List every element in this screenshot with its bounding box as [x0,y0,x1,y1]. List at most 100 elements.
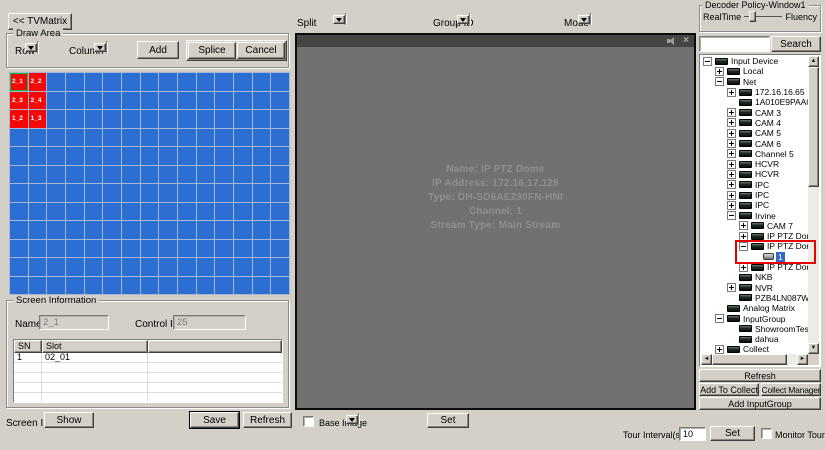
tree-item[interactable]: CAM 7 [701,221,809,231]
grid-cell[interactable] [47,147,65,165]
add-inputgroup-button[interactable]: Add InputGroup [699,397,821,410]
grid-cell[interactable] [141,110,159,128]
grid-cell[interactable] [141,147,159,165]
grid-cell[interactable] [29,129,47,147]
expand-plus-icon[interactable] [727,149,736,158]
grid-cell[interactable] [178,147,196,165]
collapse-minus-icon[interactable] [727,211,736,220]
grid-cell[interactable] [271,110,289,128]
grid-cell[interactable] [29,147,47,165]
grid-cell[interactable] [29,277,47,295]
grid-cell[interactable] [178,240,196,258]
close-icon[interactable]: × [683,36,689,46]
grid-cell[interactable] [29,258,47,276]
column-spinner-arrow-icon[interactable] [94,43,106,52]
grid-cell-spliced[interactable]: 2_3 [10,92,28,110]
search-button[interactable]: Search [771,36,821,52]
grid-cell[interactable] [178,110,196,128]
grid-cell[interactable] [215,92,233,110]
vscroll-thumb[interactable] [808,67,819,187]
tree-item[interactable]: IP PTZ Dome [701,241,809,251]
tour-interval-input[interactable]: 10 [679,427,706,441]
grid-cell[interactable] [66,221,84,239]
grid-cell[interactable] [234,203,252,221]
grid-cell[interactable] [122,166,140,184]
tree-item[interactable]: PZB4LN087W0005I [701,293,809,303]
grid-cell[interactable] [141,240,159,258]
grid-cell[interactable] [122,258,140,276]
search-input[interactable] [699,36,770,52]
grid-cell[interactable] [271,258,289,276]
tree-hscrollbar[interactable]: ◄ ► [701,354,808,365]
hscroll-thumb[interactable] [712,354,787,365]
grid-cell-spliced[interactable]: 2_2 [29,73,47,91]
grid-cell[interactable] [141,73,159,91]
grid-cell[interactable] [103,240,121,258]
grid-cell-spliced[interactable]: 2_1 [10,73,28,91]
tree-item[interactable]: IPC [701,200,809,210]
expand-plus-icon[interactable] [715,67,724,76]
add-to-collect-button[interactable]: Add To Collect [699,383,759,396]
grid-cell[interactable] [271,129,289,147]
grid-cell[interactable] [197,240,215,258]
column-spinner[interactable]: 1 [106,41,108,54]
grid-cell[interactable] [215,147,233,165]
grid-cell[interactable] [47,92,65,110]
grid-cell[interactable] [66,110,84,128]
scroll-up-icon[interactable]: ▲ [808,56,819,67]
grid-cell[interactable] [215,258,233,276]
grid-cell[interactable] [159,277,177,295]
expand-plus-icon[interactable] [727,129,736,138]
tree-refresh-button[interactable]: Refresh [699,369,821,382]
grid-cell[interactable] [253,166,271,184]
grid-cell[interactable] [47,277,65,295]
grid-cell[interactable] [103,221,121,239]
grid-cell[interactable] [141,129,159,147]
grid-cell[interactable] [122,92,140,110]
grid-cell[interactable] [253,129,271,147]
grid-cell[interactable] [234,184,252,202]
table-row[interactable] [14,363,282,373]
grid-cell[interactable] [10,258,28,276]
grid-cell[interactable] [178,203,196,221]
tree-item[interactable]: HCVR [701,159,809,169]
grid-cell[interactable] [66,258,84,276]
grid-cell[interactable] [85,258,103,276]
expand-plus-icon[interactable] [727,118,736,127]
grid-cell[interactable] [47,110,65,128]
grid-cell[interactable] [159,166,177,184]
collect-manager-button[interactable]: Collect Manager [761,383,821,396]
expand-plus-icon[interactable] [727,180,736,189]
decode-policy-slider[interactable] [744,10,782,23]
scroll-down-icon[interactable]: ▼ [808,343,819,354]
grid-cell[interactable] [271,184,289,202]
tree-item[interactable]: CAM 4 [701,118,809,128]
grid-cell[interactable] [10,147,28,165]
grid-cell[interactable] [66,184,84,202]
grid-cell[interactable] [271,240,289,258]
grid-cell[interactable] [29,184,47,202]
scroll-left-icon[interactable]: ◄ [701,354,712,365]
expand-plus-icon[interactable] [727,201,736,210]
splice-grid[interactable]: 2_12_22_32_41_21_3 [9,72,290,295]
grid-cell[interactable] [10,129,28,147]
expand-plus-icon[interactable] [727,191,736,200]
grid-cell[interactable] [103,203,121,221]
grid-cell[interactable] [159,147,177,165]
grid-cell[interactable] [234,240,252,258]
grid-cell[interactable] [141,184,159,202]
grid-cell[interactable] [122,147,140,165]
tree-item[interactable]: IPC [701,180,809,190]
row-spinner[interactable]: 1 [37,41,39,54]
grid-cell[interactable] [10,203,28,221]
mode-dropdown-arrow-icon[interactable] [578,15,590,24]
grid-cell[interactable] [215,73,233,91]
grid-cell[interactable] [10,184,28,202]
collapse-minus-icon[interactable] [739,242,748,251]
grid-cell[interactable] [253,184,271,202]
collapse-minus-icon[interactable] [715,314,724,323]
grid-cell[interactable] [215,110,233,128]
tree-item[interactable]: InputGroup [701,313,809,323]
grid-cell[interactable] [234,73,252,91]
grid-cell[interactable] [103,110,121,128]
